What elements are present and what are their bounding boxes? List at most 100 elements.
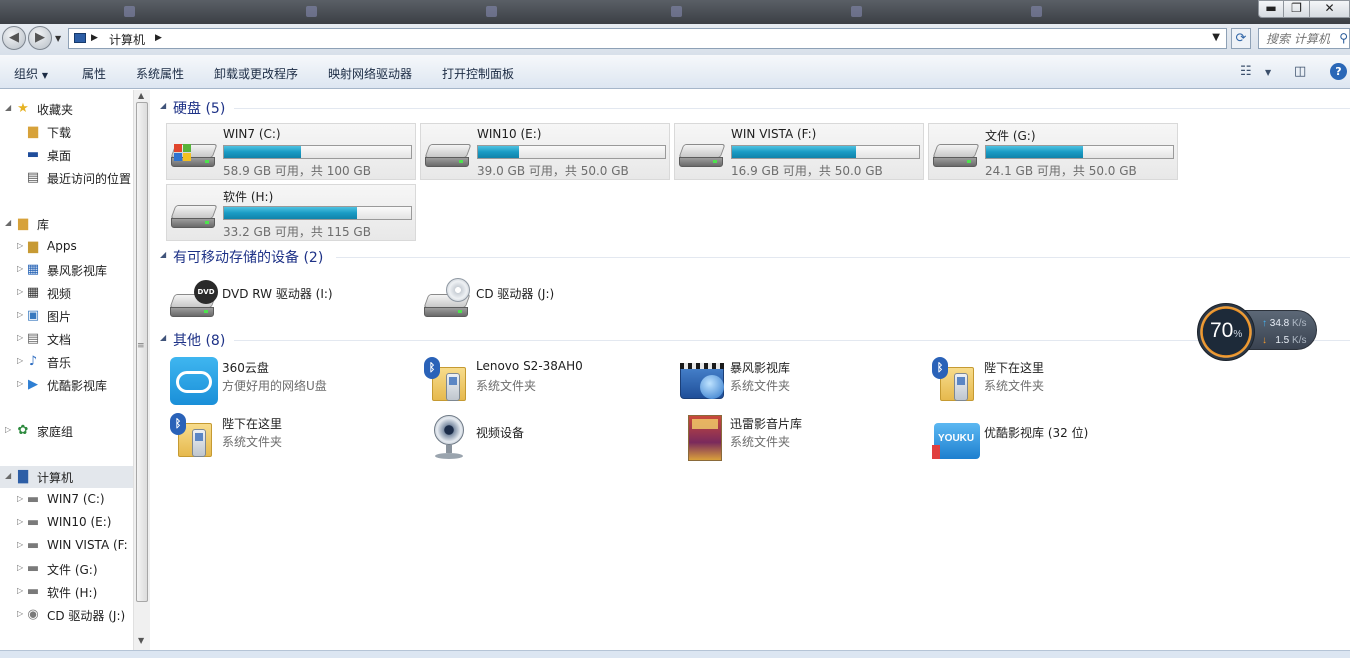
sidebar-item-libraries[interactable]: ◢ ▆ 库 bbox=[0, 213, 133, 235]
expand-icon[interactable]: ▷ bbox=[17, 494, 23, 503]
close-button[interactable]: ✕ bbox=[1309, 0, 1350, 18]
help-icon[interactable]: ? bbox=[1330, 63, 1347, 80]
collapse-icon[interactable]: ◢ bbox=[5, 218, 11, 227]
preview-pane-icon[interactable]: ◫ bbox=[1294, 64, 1306, 79]
collapse-icon[interactable]: ◢ bbox=[160, 250, 166, 259]
sidebar-item-drive-j[interactable]: ▷ ◉ CD 驱动器 (J:) bbox=[0, 604, 133, 626]
breadcrumb-separator-icon[interactable]: ▶ bbox=[155, 33, 162, 43]
forward-button[interactable]: ▶ bbox=[28, 26, 52, 50]
address-bar[interactable]: ▶ 计算机 ▶ ▼ bbox=[68, 28, 1227, 49]
expand-icon[interactable]: ▷ bbox=[17, 241, 23, 250]
expand-icon[interactable]: ▷ bbox=[17, 517, 23, 526]
sidebar-item-documents[interactable]: ▷ ▤ 文档 bbox=[0, 328, 133, 350]
browser-tab[interactable] bbox=[300, 2, 472, 22]
item-subtitle: 系统文件夹 bbox=[222, 435, 283, 449]
uninstall-button[interactable]: 卸载或更改程序 bbox=[214, 65, 298, 82]
drive-usage-fill bbox=[986, 146, 1083, 158]
expand-icon[interactable]: ▷ bbox=[17, 333, 23, 342]
minimize-button[interactable]: ▬ bbox=[1258, 0, 1284, 18]
sidebar-item-drive-e[interactable]: ▷ ▬ WIN10 (E:) bbox=[0, 512, 133, 534]
scroll-down-icon[interactable]: ▼ bbox=[138, 636, 144, 645]
expand-icon[interactable]: ▷ bbox=[17, 563, 23, 572]
map-network-drive-button[interactable]: 映射网络驱动器 bbox=[328, 65, 412, 82]
expand-icon[interactable]: ▷ bbox=[17, 310, 23, 319]
back-button[interactable]: ◀ bbox=[2, 26, 26, 50]
sidebar-item-videos[interactable]: ▷ ▦ 视频 bbox=[0, 282, 133, 304]
sidebar-item-music[interactable]: ▷ ♪ 音乐 bbox=[0, 351, 133, 373]
section-hard-disks[interactable]: ◢ 硬盘 (5) bbox=[150, 97, 1350, 119]
xunlei-library-item[interactable]: 迅雷影音片库 系统文件夹 bbox=[674, 411, 924, 463]
drive-tile-f[interactable]: WIN VISTA (F:) 16.9 GB 可用，共 50.0 GB bbox=[674, 123, 924, 180]
expand-icon[interactable]: ▷ bbox=[5, 425, 11, 434]
organize-menu[interactable]: 组织 ▼ bbox=[14, 65, 48, 82]
expand-icon[interactable]: ▷ bbox=[17, 264, 23, 273]
cd-drive-item[interactable]: CD 驱动器 (J:) bbox=[420, 272, 670, 324]
address-dropdown-icon[interactable]: ▼ bbox=[1212, 32, 1220, 43]
sidebar-item-downloads[interactable]: ▆ 下载 bbox=[0, 121, 133, 143]
section-removable-storage[interactable]: ◢ 有可移动存储的设备 (2) bbox=[150, 246, 1350, 268]
network-speed-widget[interactable]: 70% ↑ 34.8 K/s ↓ 1.5 K/s bbox=[1197, 303, 1319, 361]
search-box[interactable]: ⚲ bbox=[1258, 28, 1350, 49]
expand-icon[interactable]: ▷ bbox=[17, 586, 23, 595]
browser-tab[interactable] bbox=[118, 2, 293, 22]
sidebar-item-baofeng[interactable]: ▷ ▦ 暴风影视库 bbox=[0, 259, 133, 281]
youku-library-item[interactable]: YOUKU 优酷影视库 (32 位) bbox=[928, 411, 1178, 463]
drive-tile-g[interactable]: 文件 (G:) 24.1 GB 可用，共 50.0 GB bbox=[928, 123, 1178, 180]
bluetooth-folder-item[interactable]: ᛒ 陛下在这里 系统文件夹 bbox=[166, 411, 416, 463]
sidebar-item-apps[interactable]: ▷ ▆ Apps bbox=[0, 236, 133, 258]
youku-folder-icon: YOUKU bbox=[932, 413, 980, 461]
drive-tile-h[interactable]: 软件 (H:) 33.2 GB 可用，共 115 GB bbox=[166, 184, 416, 241]
sidebar-item-recent[interactable]: ▤ 最近访问的位置 bbox=[0, 167, 133, 189]
expand-icon[interactable]: ▷ bbox=[17, 287, 23, 296]
expand-icon[interactable]: ▷ bbox=[17, 356, 23, 365]
sidebar-item-computer[interactable]: ◢ ▇ 计算机 bbox=[0, 466, 133, 488]
scroll-thumb[interactable] bbox=[136, 102, 148, 602]
browser-tab[interactable] bbox=[1025, 2, 1255, 22]
sidebar-item-youku[interactable]: ▷ ▶ 优酷影视库 bbox=[0, 374, 133, 396]
sidebar-item-drive-c[interactable]: ▷ ▬ WIN7 (C:) bbox=[0, 489, 133, 511]
sidebar-item-drive-h[interactable]: ▷ ▬ 软件 (H:) bbox=[0, 581, 133, 603]
collapse-icon[interactable]: ◢ bbox=[160, 101, 166, 110]
sidebar-item-homegroup[interactable]: ▷ ✿ 家庭组 bbox=[0, 420, 133, 442]
view-dropdown-icon[interactable]: ▼ bbox=[1265, 68, 1271, 77]
breadcrumb-separator-icon[interactable]: ▶ bbox=[91, 33, 98, 43]
sidebar-item-drive-g[interactable]: ▷ ▬ 文件 (G:) bbox=[0, 558, 133, 580]
drive-tile-e[interactable]: WIN10 (E:) 39.0 GB 可用，共 50.0 GB bbox=[420, 123, 670, 180]
baofeng-library-item[interactable]: 暴风影视库 系统文件夹 bbox=[674, 355, 924, 407]
sidebar-item-desktop[interactable]: ▬ 桌面 bbox=[0, 144, 133, 166]
sidebar-scrollbar[interactable]: ▲ ≡ ▼ bbox=[133, 90, 150, 650]
browser-tab[interactable] bbox=[480, 2, 660, 22]
drive-tile-c[interactable]: WIN7 (C:) 58.9 GB 可用，共 100 GB bbox=[166, 123, 416, 180]
sidebar-item-pictures[interactable]: ▷ ▣ 图片 bbox=[0, 305, 133, 327]
lenovo-bluetooth-item[interactable]: ᛒ Lenovo S2-38AH0 系统文件夹 bbox=[420, 355, 670, 407]
expand-icon[interactable]: ▷ bbox=[17, 379, 23, 388]
system-drive-icon: ▬ bbox=[26, 492, 40, 507]
sidebar-item-drive-f[interactable]: ▷ ▬ WIN VISTA (F: bbox=[0, 535, 133, 557]
360-cloud-item[interactable]: 360云盘 方便好用的网络U盘 bbox=[166, 355, 416, 407]
view-options-icon[interactable]: ☷ bbox=[1240, 64, 1252, 79]
browser-tab[interactable] bbox=[665, 2, 840, 22]
expand-icon[interactable]: ▷ bbox=[17, 609, 23, 618]
history-dropdown-icon[interactable]: ▼ bbox=[55, 34, 61, 43]
browser-tab[interactable] bbox=[845, 2, 1020, 22]
expand-icon[interactable]: ▷ bbox=[17, 540, 23, 549]
collapse-icon[interactable]: ◢ bbox=[5, 471, 11, 480]
system-drive-icon bbox=[170, 144, 218, 168]
sidebar-item-favorites[interactable]: ◢ ★ 收藏夹 bbox=[0, 98, 133, 120]
properties-button[interactable]: 属性 bbox=[82, 65, 106, 82]
system-properties-button[interactable]: 系统属性 bbox=[136, 65, 184, 82]
section-other[interactable]: ◢ 其他 (8) bbox=[150, 329, 1350, 351]
search-input[interactable] bbox=[1259, 29, 1339, 48]
collapse-icon[interactable]: ◢ bbox=[5, 103, 11, 112]
maximize-button[interactable]: ❐ bbox=[1283, 0, 1310, 18]
scroll-up-icon[interactable]: ▲ bbox=[138, 91, 144, 100]
breadcrumb-computer[interactable]: 计算机 bbox=[109, 31, 145, 48]
refresh-button[interactable]: ⟳ bbox=[1231, 28, 1251, 49]
dvd-drive-item[interactable]: DVD DVD RW 驱动器 (I:) bbox=[166, 272, 416, 324]
open-control-panel-button[interactable]: 打开控制面板 bbox=[442, 65, 514, 82]
video-device-item[interactable]: 视频设备 bbox=[420, 411, 670, 463]
drive-icon bbox=[678, 144, 726, 168]
bluetooth-folder-item[interactable]: ᛒ 陛下在这里 系统文件夹 bbox=[928, 355, 1178, 407]
collapse-icon[interactable]: ◢ bbox=[160, 333, 166, 342]
search-icon[interactable]: ⚲ bbox=[1339, 31, 1348, 45]
